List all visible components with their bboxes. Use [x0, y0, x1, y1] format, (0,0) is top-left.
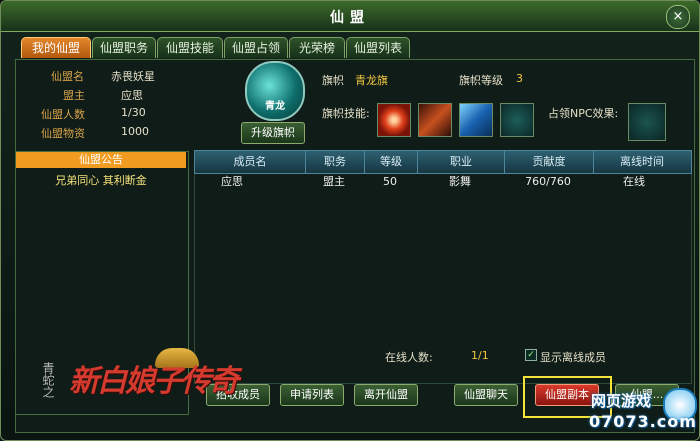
col-offline-time[interactable]: 离线时间: [594, 151, 690, 173]
online-count-value: 1/1: [471, 349, 489, 362]
tab-guild-positions[interactable]: 仙盟职务: [92, 37, 156, 58]
col-member-name[interactable]: 成员名: [195, 151, 306, 173]
col-contribution[interactable]: 贡献度: [505, 151, 594, 173]
tab-my-guild[interactable]: 我的仙盟: [21, 37, 91, 58]
member-position-cell: 盟主: [323, 175, 345, 188]
window-title: 仙盟: [330, 10, 370, 26]
emblem-label: 青龙: [265, 101, 285, 112]
resources-label: 仙盟物资: [41, 127, 85, 140]
flag-level-value: 3: [516, 72, 523, 85]
watermark-top-text: 网页游戏: [591, 392, 652, 410]
show-offline-checkbox[interactable]: ✓: [525, 349, 537, 361]
col-position[interactable]: 职务: [306, 151, 365, 173]
fire-spiral-skill-icon[interactable]: [377, 103, 411, 137]
notice-text[interactable]: 兄弟同心 其利断金: [16, 172, 186, 188]
leader-value: 应思: [121, 89, 143, 102]
member-level-cell: 50: [383, 175, 397, 188]
show-offline-label[interactable]: 显示离线成员: [540, 349, 606, 365]
table-row[interactable]: 应思 盟主 50 影舞 760/760 在线: [194, 172, 690, 192]
guild-name-label: 仙盟名: [51, 70, 84, 83]
tab-guild-skills[interactable]: 仙盟技能: [157, 37, 223, 58]
dragon-flag-icon: 青龙: [245, 61, 305, 121]
resources-value: 1000: [121, 125, 149, 138]
online-count-label: 在线人数:: [385, 351, 433, 364]
locked-skill-icon[interactable]: [500, 103, 534, 137]
member-table-header: 成员名 职务 等级 职业 贡献度 离线时间: [194, 150, 692, 174]
flag-skills-label: 旗帜技能:: [322, 107, 370, 120]
logo-title: 新白娘子传奇: [69, 364, 239, 399]
apply-list-button[interactable]: 申请列表: [280, 384, 344, 406]
member-name-cell: 应思: [221, 175, 243, 188]
notice-header: 仙盟公告: [16, 152, 186, 168]
close-icon[interactable]: ×: [666, 5, 690, 29]
watermark-bottom-text: 07073.com: [589, 412, 697, 431]
upgrade-flag-button[interactable]: 升级旗帜: [241, 122, 305, 144]
guild-chat-button[interactable]: 仙盟聊天: [454, 384, 518, 406]
site-watermark: 网页游戏 07073.com: [585, 384, 699, 440]
title-bar: 仙盟 ×: [1, 1, 699, 32]
guild-window: 仙盟 × 我的仙盟 仙盟职务 仙盟技能 仙盟占领 光荣榜 仙盟列表 仙盟名 赤畏…: [0, 0, 700, 441]
tab-guild-list[interactable]: 仙盟列表: [346, 37, 410, 58]
npc-effect-icon[interactable]: [628, 103, 666, 141]
member-status-cell: 在线: [623, 175, 645, 188]
logo-side-text: 青蛇之: [41, 362, 55, 398]
col-class[interactable]: 职业: [418, 151, 505, 173]
tab-guild-occupy[interactable]: 仙盟占领: [224, 37, 288, 58]
tab-honor-list[interactable]: 光荣榜: [289, 37, 345, 58]
guild-name-value: 赤畏妖星: [111, 70, 155, 83]
dragon-claw-skill-icon[interactable]: [418, 103, 452, 137]
ice-strike-skill-icon[interactable]: [459, 103, 493, 137]
flag-value: 青龙旗: [355, 74, 388, 87]
npc-effect-label: 占领NPC效果:: [548, 107, 619, 120]
col-level[interactable]: 等级: [365, 151, 418, 173]
leave-guild-button[interactable]: 离开仙盟: [354, 384, 418, 406]
member-contribution-cell: 760/760: [525, 175, 571, 188]
members-value: 1/30: [121, 106, 146, 119]
member-class-cell: 影舞: [449, 175, 471, 188]
flag-label: 旗帜: [322, 74, 344, 87]
game-logo: 青蛇之 新白娘子传奇: [29, 348, 239, 440]
flag-level-label: 旗帜等级: [459, 74, 503, 87]
leader-label: 盟主: [63, 89, 85, 102]
members-label: 仙盟人数: [41, 108, 85, 121]
